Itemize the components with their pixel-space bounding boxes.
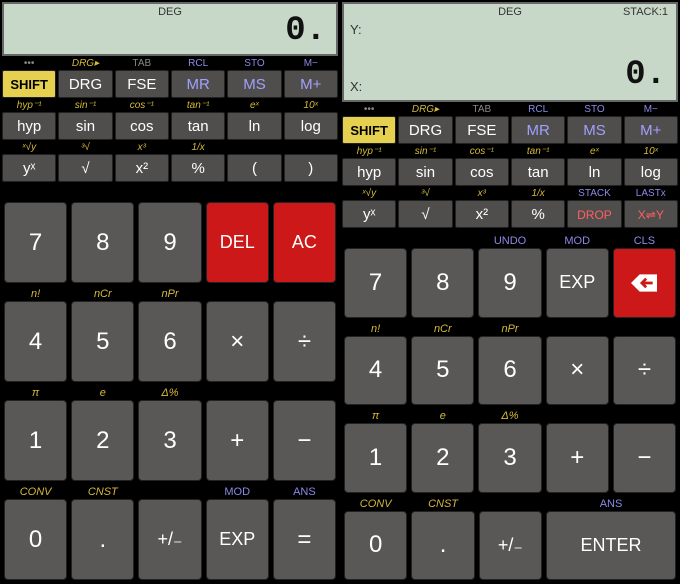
sin-button[interactable]: sin (58, 112, 112, 140)
backspace-icon (631, 274, 657, 292)
sign-button[interactable]: +/₋ (138, 499, 201, 580)
plus-button[interactable]: + (206, 400, 269, 481)
digit-3[interactable]: 3 (478, 423, 541, 493)
display-value: 0. (625, 56, 666, 94)
function-row-3: ˣ√yyˣ ³√√ x³x² 1/x% ( ) (0, 142, 340, 182)
digit-0[interactable]: 0 (4, 499, 67, 580)
sin-button[interactable]: sin (398, 158, 452, 186)
digit-0[interactable]: 0 (344, 511, 407, 581)
power-button[interactable]: yˣ (342, 200, 396, 228)
digit-8[interactable]: 8 (411, 248, 474, 318)
digit-1[interactable]: 1 (344, 423, 407, 493)
function-row-2: hyp⁻¹hyp sin⁻¹sin cos⁻¹cos tan⁻¹tan eˣln… (340, 146, 680, 186)
stack-indicator: STACK:1 (623, 6, 668, 18)
angle-mode: DEG (498, 6, 522, 18)
digit-4[interactable]: 4 (344, 336, 407, 406)
ln-button[interactable]: ln (567, 158, 621, 186)
ln-button[interactable]: ln (227, 112, 281, 140)
numpad: 7 8 9 DEL AC n!4 nCr5 nPr6 × ÷ π1 e2 Δ%3… (0, 184, 340, 584)
decimal-button[interactable]: . (71, 499, 134, 580)
plus-button[interactable]: + (546, 423, 609, 493)
shift-button[interactable]: SHIFT (2, 70, 56, 98)
hyp-button[interactable]: hyp (2, 112, 56, 140)
digit-4[interactable]: 4 (4, 301, 67, 382)
lparen-button[interactable]: ( (227, 154, 281, 182)
decimal-button[interactable]: . (411, 511, 474, 581)
digit-2[interactable]: 2 (71, 400, 134, 481)
function-row-2: hyp⁻¹hyp sin⁻¹sin cos⁻¹cos tan⁻¹tan eˣln… (0, 100, 340, 140)
cos-button[interactable]: cos (115, 112, 169, 140)
multiply-button[interactable]: × (546, 336, 609, 406)
digit-9[interactable]: 9 (138, 202, 201, 283)
sqrt-button[interactable]: √ (398, 200, 452, 228)
minus-button[interactable]: − (273, 400, 336, 481)
cos-button[interactable]: cos (455, 158, 509, 186)
drop-button[interactable]: DROP (567, 200, 621, 228)
function-row-1: •••SHIFT DRG▸DRG TABFSE RCLMR STOMS M−M+ (340, 104, 680, 144)
digit-6[interactable]: 6 (478, 336, 541, 406)
ms-button[interactable]: MS (567, 116, 621, 144)
percent-button[interactable]: % (511, 200, 565, 228)
power-button[interactable]: yˣ (2, 154, 56, 182)
fse-button[interactable]: FSE (455, 116, 509, 144)
digit-8[interactable]: 8 (71, 202, 134, 283)
mr-button[interactable]: MR (511, 116, 565, 144)
tan-button[interactable]: tan (171, 112, 225, 140)
digit-3[interactable]: 3 (138, 400, 201, 481)
drg-button[interactable]: DRG (398, 116, 452, 144)
mplus-button[interactable]: M+ (284, 70, 338, 98)
minus-button[interactable]: − (613, 423, 676, 493)
multiply-button[interactable]: × (206, 301, 269, 382)
function-row-1: •••SHIFT DRG▸DRG TABFSE RCLMR STOMS M−M+ (0, 58, 340, 98)
function-row-3: ˣ√yyˣ ³√√ x³x² 1/x% STACKDROP LASTxX⇌Y (340, 188, 680, 228)
numpad: 7 8 UNDO9 MODEXP CLS n!4 nCr5 nPr6 × ÷ π… (340, 230, 680, 584)
exp-button[interactable]: EXP (546, 248, 609, 318)
drg-button[interactable]: DRG (58, 70, 112, 98)
backspace-button[interactable] (613, 248, 676, 318)
ms-button[interactable]: MS (227, 70, 281, 98)
display-value: 0. (285, 12, 326, 50)
exp-button[interactable]: EXP (206, 499, 269, 580)
log-button[interactable]: log (624, 158, 678, 186)
percent-button[interactable]: % (171, 154, 225, 182)
x-register: X: 0. (350, 56, 666, 94)
digit-9[interactable]: 9 (478, 248, 541, 318)
digit-1[interactable]: 1 (4, 400, 67, 481)
mplus-button[interactable]: M+ (624, 116, 678, 144)
ac-button[interactable]: AC (273, 202, 336, 283)
mr-button[interactable]: MR (171, 70, 225, 98)
angle-mode: DEG (158, 6, 182, 18)
tan-button[interactable]: tan (511, 158, 565, 186)
digit-7[interactable]: 7 (344, 248, 407, 318)
swap-button[interactable]: X⇌Y (624, 200, 678, 228)
square-button[interactable]: x² (455, 200, 509, 228)
divide-button[interactable]: ÷ (273, 301, 336, 382)
square-button[interactable]: x² (115, 154, 169, 182)
sqrt-button[interactable]: √ (58, 154, 112, 182)
digit-2[interactable]: 2 (411, 423, 474, 493)
shift-button[interactable]: SHIFT (342, 116, 396, 144)
log-button[interactable]: log (284, 112, 338, 140)
display: DEG STACK:1 Y: X: 0. (342, 2, 678, 102)
display: DEG 0. (2, 2, 338, 56)
digit-5[interactable]: 5 (71, 301, 134, 382)
equals-button[interactable]: = (273, 499, 336, 580)
fse-button[interactable]: FSE (115, 70, 169, 98)
digit-7[interactable]: 7 (4, 202, 67, 283)
divide-button[interactable]: ÷ (613, 336, 676, 406)
del-button[interactable]: DEL (206, 202, 269, 283)
enter-button[interactable]: ENTER (546, 511, 676, 581)
calculator-standard: DEG 0. •••SHIFT DRG▸DRG TABFSE RCLMR STO… (0, 0, 340, 584)
digit-6[interactable]: 6 (138, 301, 201, 382)
sign-button[interactable]: +/₋ (479, 511, 542, 581)
rparen-button[interactable]: ) (284, 154, 338, 182)
digit-5[interactable]: 5 (411, 336, 474, 406)
hyp-button[interactable]: hyp (342, 158, 396, 186)
calculator-rpn: DEG STACK:1 Y: X: 0. •••SHIFT DRG▸DRG TA… (340, 0, 680, 584)
y-register: Y: (350, 22, 362, 37)
